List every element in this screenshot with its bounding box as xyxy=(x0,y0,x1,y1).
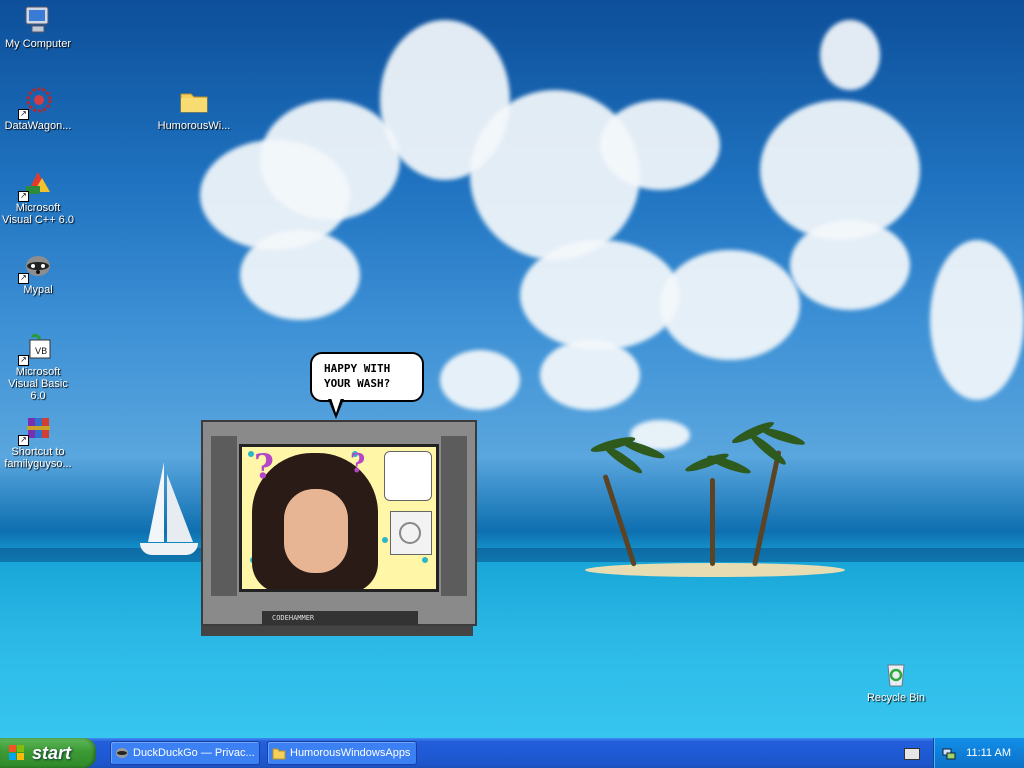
task-label: DuckDuckGo — Privac... xyxy=(133,747,255,759)
task-label: HumorousWindowsApps xyxy=(290,747,411,759)
visual-basic-icon: VB ↗ xyxy=(18,332,54,366)
island xyxy=(585,563,845,577)
question-mark-icon: ? xyxy=(254,447,274,487)
clock[interactable]: 11:11 AM xyxy=(966,738,1011,768)
speech-bubble-tail-inner xyxy=(331,398,341,413)
desktop-icon-datawagon[interactable]: ↗ DataWagon... xyxy=(0,86,76,132)
tv-brand-label: CODEHAMMER xyxy=(262,611,418,625)
speech-line-2: YOUR WASH? xyxy=(324,377,391,390)
system-tray: 11:11 AM xyxy=(933,738,1024,768)
folder-icon xyxy=(178,86,210,118)
desktop-icon-label: My Computer xyxy=(4,38,72,50)
shirt-icon xyxy=(384,451,432,501)
desktop-icon-label: Recycle Bin xyxy=(866,692,926,704)
shortcut-arrow-icon: ↗ xyxy=(18,191,29,202)
speech-line-1: HAPPY WITH xyxy=(324,362,391,375)
desktop-icon-label: HumorousWi... xyxy=(157,120,231,132)
shortcut-arrow-icon: ↗ xyxy=(18,355,29,366)
desktop-icon-label: Shortcut to familyguyso... xyxy=(4,446,72,470)
tv-screen: ? ? xyxy=(239,444,439,592)
desktop-icon-humorous-folder[interactable]: HumorousWi... xyxy=(156,86,232,132)
tv-speaker-right xyxy=(441,436,467,596)
recycle-bin-icon xyxy=(880,658,912,690)
datawagon-icon: ↗ xyxy=(18,86,54,120)
desktop-icon-visual-basic[interactable]: VB ↗ Microsoft Visual Basic 6.0 xyxy=(0,332,76,402)
windows-logo-icon xyxy=(9,745,26,761)
start-label: start xyxy=(32,743,72,763)
desktop-background xyxy=(0,0,1024,738)
my-computer-icon xyxy=(22,4,54,36)
tv-base xyxy=(201,626,473,636)
start-button[interactable]: start xyxy=(0,738,96,768)
desktop-icon-visual-cpp[interactable]: ↗ Microsoft Visual C++ 6.0 xyxy=(0,168,76,226)
tv-agent[interactable]: ? ? xyxy=(201,420,477,626)
taskbar-button-humorous-folder[interactable]: HumorousWindowsApps xyxy=(267,741,417,765)
mypal-raccoon-icon: ↗ xyxy=(18,250,54,284)
desktop-icon-label: Microsoft Visual C++ 6.0 xyxy=(2,202,74,226)
desktop-icon-recycle-bin[interactable]: Recycle Bin xyxy=(858,658,934,704)
tv-speaker-left xyxy=(211,436,237,596)
desktop-icon-label: Microsoft Visual Basic 6.0 xyxy=(8,366,68,402)
sailboat xyxy=(140,543,198,555)
agent-speech-bubble: HAPPY WITH YOUR WASH? xyxy=(310,352,424,402)
taskbar-button-duckduckgo[interactable]: DuckDuckGo — Privac... xyxy=(110,741,260,765)
visual-cpp-icon: ↗ xyxy=(18,168,54,202)
shortcut-arrow-icon: ↗ xyxy=(18,435,29,446)
shortcut-arrow-icon: ↗ xyxy=(18,273,29,284)
winrar-archive-icon: ↗ xyxy=(18,412,54,446)
question-mark-icon: ? xyxy=(350,449,366,479)
desktop-icon-mypal[interactable]: ↗ Mypal xyxy=(0,250,76,296)
network-icon[interactable] xyxy=(942,746,956,760)
keyboard-layout-icon[interactable] xyxy=(904,748,920,760)
mypal-browser-icon xyxy=(115,746,129,760)
shortcut-arrow-icon: ↗ xyxy=(18,109,29,120)
folder-icon xyxy=(272,746,286,760)
desktop-icon-label: DataWagon... xyxy=(4,120,72,132)
desktop-icon-label: Mypal xyxy=(23,284,53,296)
desktop-icon-familyguy-shortcut[interactable]: ↗ Shortcut to familyguyso... xyxy=(0,412,76,470)
taskbar: start DuckDuckGo — Privac... HumorousWin… xyxy=(0,738,1024,768)
desktop-icon-my-computer[interactable]: My Computer xyxy=(0,4,76,50)
svg-text:VB: VB xyxy=(35,347,47,357)
washing-machine-icon xyxy=(390,511,432,555)
